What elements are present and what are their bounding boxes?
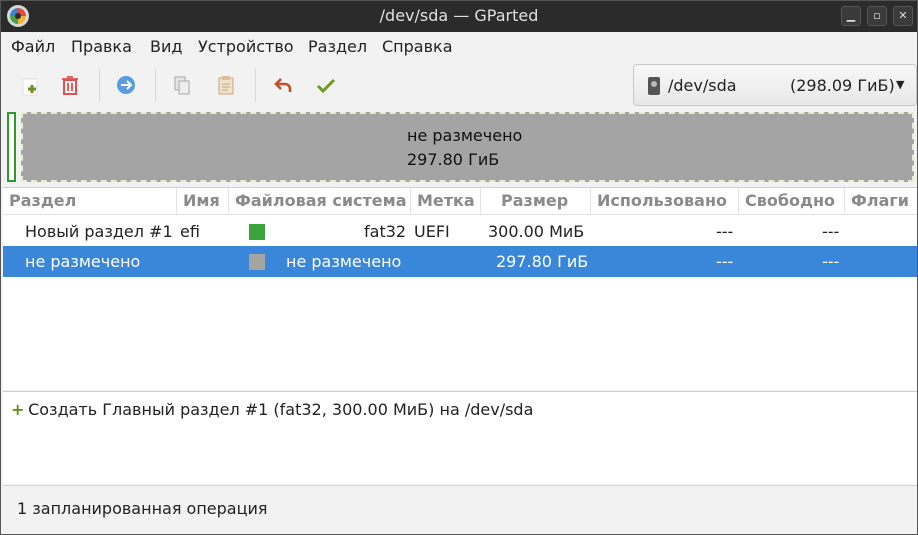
paste-icon — [218, 76, 234, 95]
operation-item[interactable]: + Создать Главный раздел #1 (fat32, 300.… — [11, 400, 533, 419]
partition-row[interactable]: Новый раздел #1 efi fat32 UEFI 300.00 Ми… — [3, 216, 917, 247]
menu-bar: Файл Правка Вид Устройство Раздел Справк… — [1, 32, 917, 62]
copy-button[interactable] — [167, 70, 197, 100]
cell-used: --- — [716, 222, 734, 241]
disk-map: не размечено 297.80 ГиБ — [1, 108, 917, 186]
menu-help[interactable]: Справка — [382, 37, 453, 56]
cell-partition: не размечено — [25, 252, 141, 271]
status-bar: 1 запланированная операция — [3, 485, 917, 533]
arrow-right-circle-icon — [117, 76, 135, 94]
checkmark-icon — [316, 78, 336, 94]
cell-partition: Новый раздел #1 — [25, 222, 173, 241]
cell-size: 297.80 ГиБ — [496, 252, 589, 271]
cell-used: --- — [716, 252, 734, 271]
disk-map-unallocated-label: не размечено — [407, 126, 523, 145]
copy-icon — [174, 76, 190, 95]
undo-button[interactable] — [269, 70, 299, 100]
trash-icon — [62, 76, 78, 95]
partition-list-header: Раздел Имя Файловая система Метка Размер… — [3, 188, 917, 215]
device-name: /dev/sda — [668, 76, 737, 95]
undo-icon — [274, 78, 292, 92]
status-text: 1 запланированная операция — [17, 499, 268, 518]
new-partition-button[interactable] — [15, 70, 45, 100]
plus-icon — [22, 78, 38, 96]
menu-file[interactable]: Файл — [11, 37, 55, 56]
cell-free: --- — [822, 252, 840, 271]
toolbar-separator — [99, 68, 100, 102]
filesystem-color-swatch — [249, 224, 265, 240]
toolbar-separator — [255, 68, 256, 102]
gparted-window: /dev/sda — GParted ▁ ▫ ✕ Файл Правка Вид… — [0, 0, 918, 535]
device-size: (298.09 ГиБ) — [790, 76, 895, 95]
device-selector[interactable]: /dev/sda (298.09 ГиБ) ▼ — [633, 64, 917, 106]
menu-partition[interactable]: Раздел — [308, 37, 367, 56]
column-free[interactable]: Свободно — [739, 188, 845, 215]
title-bar[interactable]: /dev/sda — GParted ▁ ▫ ✕ — [1, 1, 917, 32]
cell-filesystem: не размечено — [286, 252, 402, 271]
minimize-button[interactable]: ▁ — [841, 6, 861, 26]
resize-move-button[interactable] — [111, 70, 141, 100]
column-filesystem[interactable]: Файловая система — [229, 188, 411, 215]
column-partition[interactable]: Раздел — [3, 188, 177, 215]
plus-icon: + — [11, 400, 25, 419]
close-button[interactable]: ✕ — [893, 6, 913, 26]
column-name[interactable]: Имя — [177, 188, 229, 215]
operation-text: Создать Главный раздел #1 (fat32, 300.00… — [28, 400, 534, 419]
chevron-down-icon: ▼ — [896, 78, 905, 91]
disk-map-unallocated[interactable]: не размечено 297.80 ГиБ — [21, 112, 914, 182]
cell-free: --- — [822, 222, 840, 241]
toolbar-separator — [155, 68, 156, 102]
filesystem-color-swatch — [249, 254, 265, 270]
cell-filesystem: fat32 — [364, 222, 407, 241]
column-label[interactable]: Метка — [411, 188, 481, 215]
cell-name: efi — [180, 222, 200, 241]
disk-map-partition-efi[interactable] — [7, 112, 16, 182]
toolbar: /dev/sda (298.09 ГиБ) ▼ — [1, 62, 917, 108]
menu-view[interactable]: Вид — [150, 37, 182, 56]
menu-edit[interactable]: Правка — [71, 37, 132, 56]
paste-button[interactable] — [211, 70, 241, 100]
column-size[interactable]: Размер — [481, 188, 591, 215]
apply-button[interactable] — [311, 70, 341, 100]
pending-operations-list: + Создать Главный раздел #1 (fat32, 300.… — [3, 391, 917, 484]
delete-partition-button[interactable] — [55, 70, 85, 100]
menu-device[interactable]: Устройство — [198, 37, 294, 56]
partition-row-selected[interactable]: не размечено не размечено 297.80 ГиБ ---… — [3, 246, 917, 277]
cell-label: UEFI — [414, 222, 450, 241]
hard-disk-icon — [648, 77, 660, 95]
column-used[interactable]: Использовано — [591, 188, 739, 215]
window-title: /dev/sda — GParted — [379, 6, 539, 25]
disk-map-unallocated-size: 297.80 ГиБ — [407, 150, 500, 169]
cell-size: 300.00 МиБ — [488, 222, 585, 241]
column-flags[interactable]: Флаги — [845, 188, 917, 215]
maximize-button[interactable]: ▫ — [867, 6, 887, 26]
partition-list: Раздел Имя Файловая система Метка Размер… — [3, 187, 917, 390]
